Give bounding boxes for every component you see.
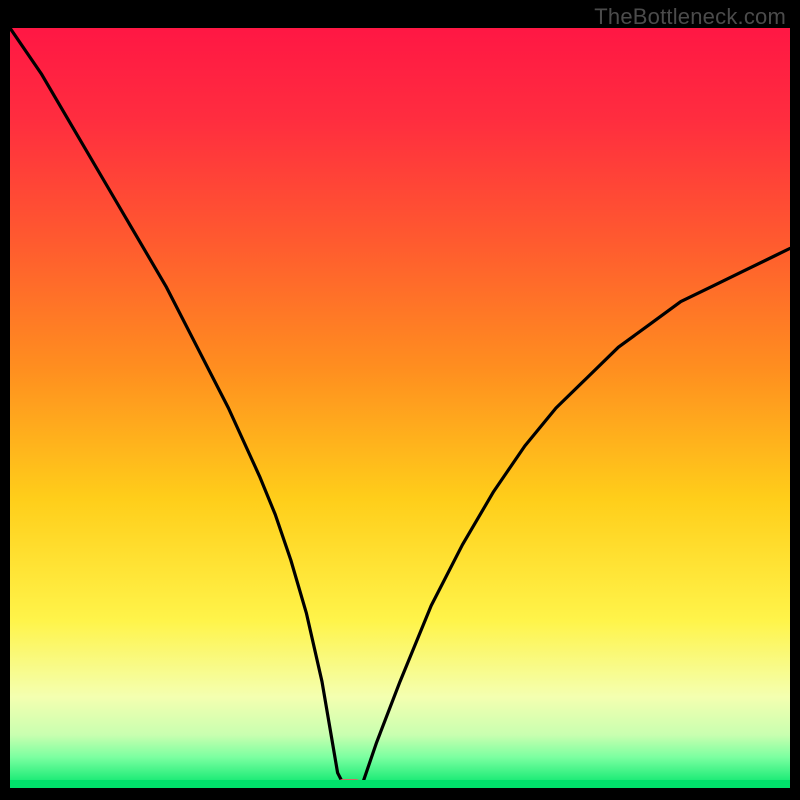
watermark-text: TheBottleneck.com	[594, 4, 786, 30]
chart-frame	[10, 28, 790, 788]
bottom-green-strip	[10, 780, 790, 788]
gradient-background	[10, 28, 790, 788]
bottleneck-chart	[10, 28, 790, 788]
